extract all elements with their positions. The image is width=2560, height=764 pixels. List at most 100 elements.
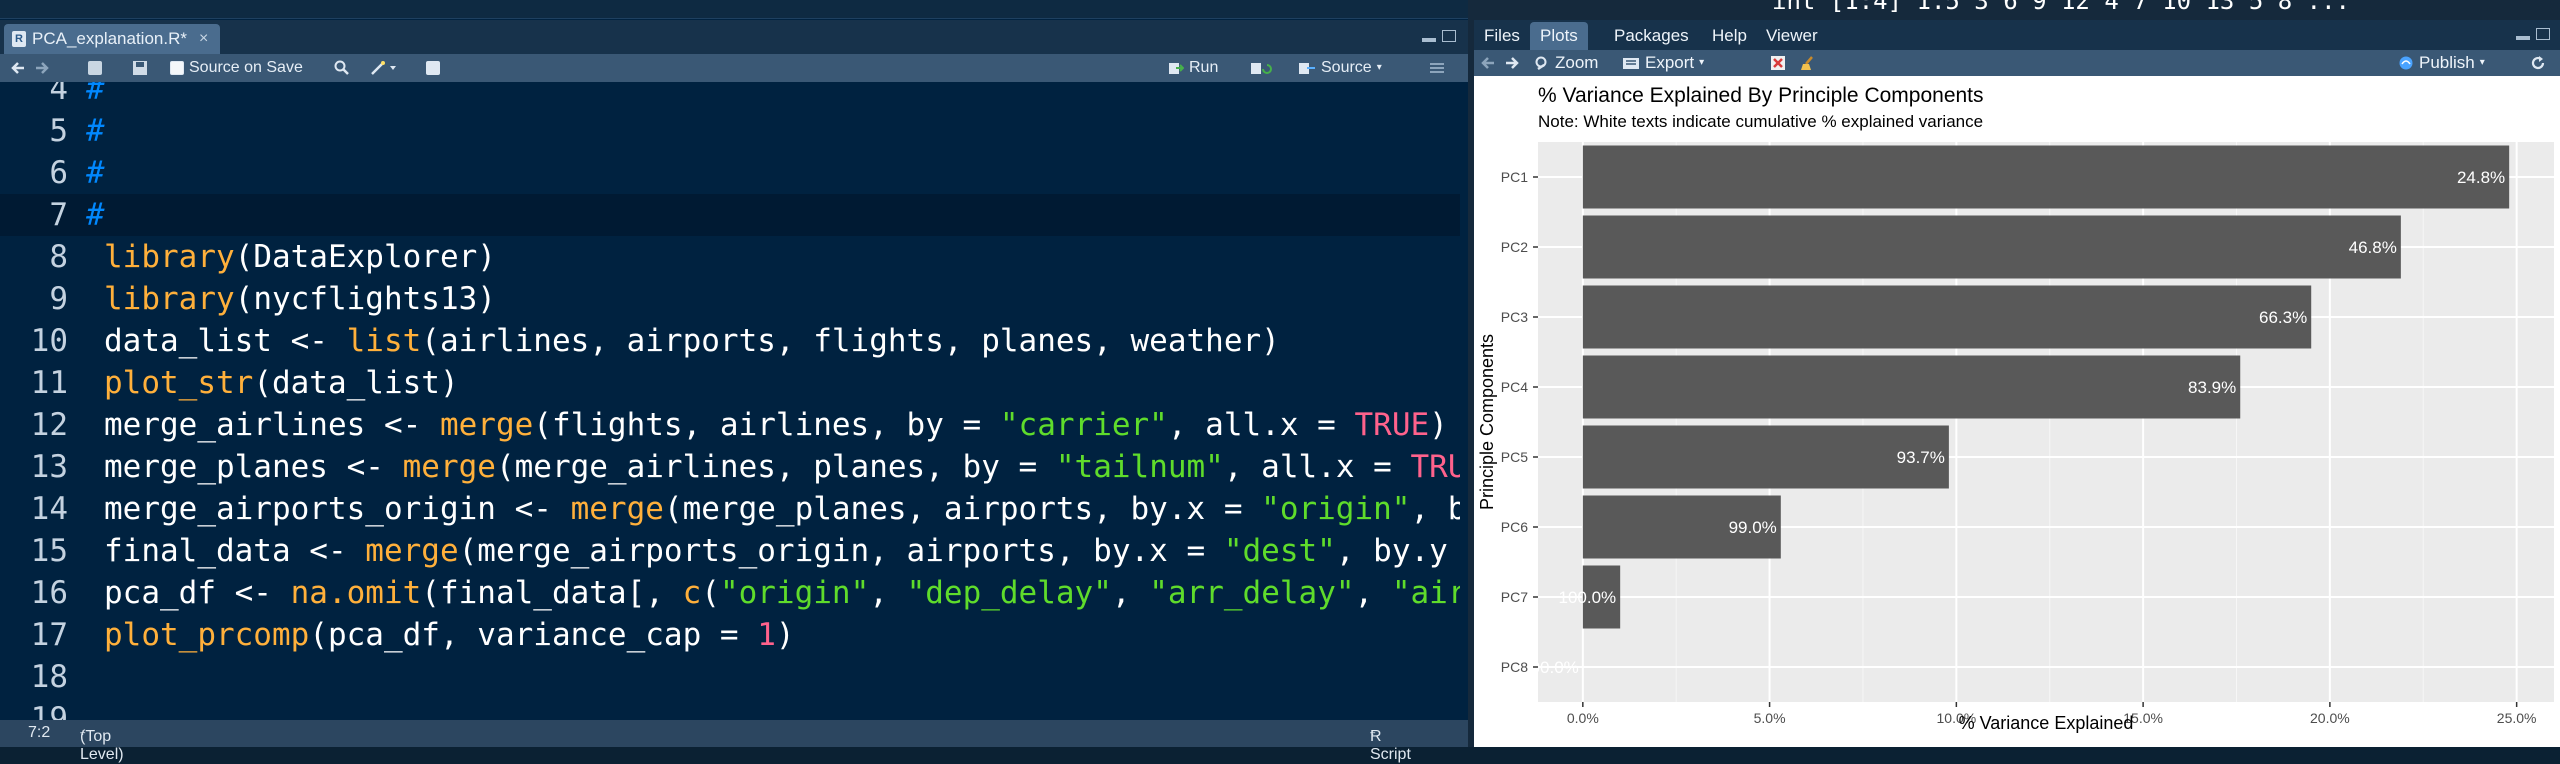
tab-plots[interactable]: Plots: [1530, 22, 1588, 50]
code-token: (data_list): [253, 365, 459, 401]
code-text: library(nycflights13): [104, 278, 496, 320]
show-in-window-icon[interactable]: [88, 58, 102, 78]
line-number: 17: [30, 617, 68, 653]
save-icon[interactable]: [132, 58, 148, 78]
previous-plot-icon[interactable]: [1480, 53, 1496, 73]
code-token: merge: [402, 449, 496, 485]
chart-y-axis: PC1 PC2 PC3 PC4 PC5 PC6 PC7 PC8: [1501, 169, 1538, 675]
code-token: "tailnum": [1055, 449, 1224, 485]
minimize-pane-icon[interactable]: [1422, 38, 1436, 42]
code-text: pca_df <- na.omit(final_data[, c("origin…: [104, 572, 1460, 614]
code-tools-wand-icon[interactable]: [370, 58, 398, 78]
source-icon: [1299, 63, 1315, 74]
code-line[interactable]: 17 plot_prcomp(pca_df, variance_cap = 1): [0, 614, 1460, 656]
code-line[interactable]: 14 merge_airports_origin <- merge(merge_p…: [0, 488, 1460, 530]
chart-subtitle: Note: White texts indicate cumulative % …: [1538, 112, 1983, 131]
outline-icon[interactable]: [1428, 58, 1446, 78]
minimize-pane-icon[interactable]: [2516, 36, 2530, 40]
maximize-pane-icon[interactable]: [2536, 28, 2550, 40]
code-text: data_list <- list(airlines, airports, fl…: [104, 320, 1280, 362]
compile-report-icon[interactable]: [426, 58, 440, 78]
y-axis-title: Principle Components: [1477, 334, 1497, 510]
code-token: plot_prcomp: [104, 617, 310, 653]
document-tab-title: PCA_explanation.R*: [32, 29, 187, 48]
code-token: #: [86, 155, 105, 191]
code-line[interactable]: 19: [0, 698, 1460, 720]
bar-label-pc2: 46.8%: [2349, 238, 2397, 257]
zoom-button[interactable]: Zoom: [1534, 53, 1598, 73]
y-tick-label: PC8: [1501, 659, 1528, 675]
code-line[interactable]: 16 pca_df <- na.omit(final_data[, c("orig…: [0, 572, 1460, 614]
right-pane-tab-bar: Files Plots Packages Help Viewer: [1474, 20, 2560, 50]
bar-pc3: [1582, 285, 2312, 349]
back-icon[interactable]: [10, 58, 26, 78]
code-token: , by.y =: [1335, 533, 1448, 569]
code-token: "arr_delay": [1149, 575, 1355, 611]
chevron-icon: ÷: [1370, 728, 1376, 739]
export-icon: [1623, 58, 1639, 69]
line-number: 19: [30, 701, 68, 720]
y-tick-label: PC5: [1501, 449, 1528, 465]
code-token: (final_data[,: [421, 575, 683, 611]
code-token: ,: [869, 575, 907, 611]
line-number: 18: [30, 659, 68, 695]
code-text: plot_prcomp(pca_df, variance_cap = 1): [104, 614, 795, 656]
close-tab-icon[interactable]: ×: [199, 24, 208, 54]
refresh-plot-icon[interactable]: [2530, 53, 2546, 73]
bar-pc5: [1582, 425, 1949, 489]
code-token: ): [775, 617, 795, 653]
code-token: 1: [757, 617, 776, 653]
next-plot-icon[interactable]: [1504, 53, 1520, 73]
code-line[interactable]: 9 library(nycflights13): [0, 278, 1460, 320]
checkbox-icon[interactable]: [170, 61, 184, 75]
tab-help[interactable]: Help: [1702, 22, 1757, 50]
export-button[interactable]: Export ▾: [1622, 53, 1704, 73]
run-icon: [1169, 63, 1184, 74]
tab-files[interactable]: Files: [1474, 22, 1530, 50]
document-tab[interactable]: PCA_explanation.R* ×: [4, 24, 221, 54]
line-number: 16: [30, 575, 68, 611]
code-text: merge_airlines <- merge(flights, airline…: [104, 404, 1448, 446]
clear-all-plots-broom-icon[interactable]: [1800, 53, 1816, 73]
publish-button[interactable]: Publish ▾: [2398, 53, 2485, 73]
code-line[interactable]: 15 final_data <- merge(merge_airports_ori…: [0, 530, 1460, 572]
line-number: 5: [49, 113, 68, 149]
forward-icon[interactable]: [34, 58, 50, 78]
tab-packages[interactable]: Packages: [1604, 22, 1699, 50]
code-text: merge_planes <- merge(merge_airlines, pl…: [104, 446, 1460, 488]
code-token: , all.x =: [1223, 449, 1411, 485]
maximize-pane-icon[interactable]: [1442, 30, 1456, 42]
plots-toolbar: Zoom Export ▾ Publish ▾: [1474, 50, 2560, 76]
search-icon[interactable]: [334, 58, 350, 78]
code-line[interactable]: 11 plot_str(data_list): [0, 362, 1460, 404]
y-tick-label: PC6: [1501, 519, 1528, 535]
editor-tab-bar: PCA_explanation.R* ×: [0, 20, 1468, 54]
rerun-icon[interactable]: [1250, 58, 1274, 78]
code-token: TRUE: [1354, 407, 1430, 443]
source-button[interactable]: Source ▾: [1298, 58, 1382, 78]
code-line[interactable]: 18: [0, 656, 1460, 698]
tab-viewer[interactable]: Viewer: [1756, 22, 1828, 50]
remove-plot-icon[interactable]: [1770, 53, 1786, 73]
code-line[interactable]: 4 #: [0, 82, 1460, 110]
y-tick-label: PC2: [1501, 239, 1528, 255]
chart-title: % Variance Explained By Principle Compon…: [1538, 84, 1984, 107]
code-token: "carrier": [999, 407, 1168, 443]
source-on-save-checkbox[interactable]: Source on Save: [170, 58, 303, 78]
code-line[interactable]: 13 merge_planes <- merge(merge_airlines, …: [0, 446, 1460, 488]
code-line[interactable]: 5 #: [0, 110, 1460, 152]
code-line[interactable]: 12 merge_airlines <- merge(flights, airli…: [0, 404, 1460, 446]
chevron-down-icon: ▾: [1699, 57, 1705, 68]
run-button[interactable]: Run: [1168, 58, 1218, 78]
line-number: 4: [49, 82, 68, 107]
code-text: #: [86, 152, 105, 194]
console-output-peek: int [1:4] 1.5 3 6 9 12 4 7 10 13 5 8 ...: [1468, 0, 2560, 16]
code-line[interactable]: 6 #: [0, 152, 1460, 194]
scope-label: (Top Level): [80, 728, 124, 763]
code-token: (merge_airports_origin, airports, by.x =: [458, 533, 1224, 569]
code-editor[interactable]: 4 #5 #6 #7 #8 library(DataExplorer) 9 library(n…: [0, 82, 1460, 720]
code-line[interactable]: 8 library(DataExplorer): [0, 236, 1460, 278]
code-line[interactable]: 10 data_list <- list(airlines, airports, …: [0, 320, 1460, 362]
code-text: #: [86, 82, 105, 110]
code-line[interactable]: 7 #: [0, 194, 1460, 236]
